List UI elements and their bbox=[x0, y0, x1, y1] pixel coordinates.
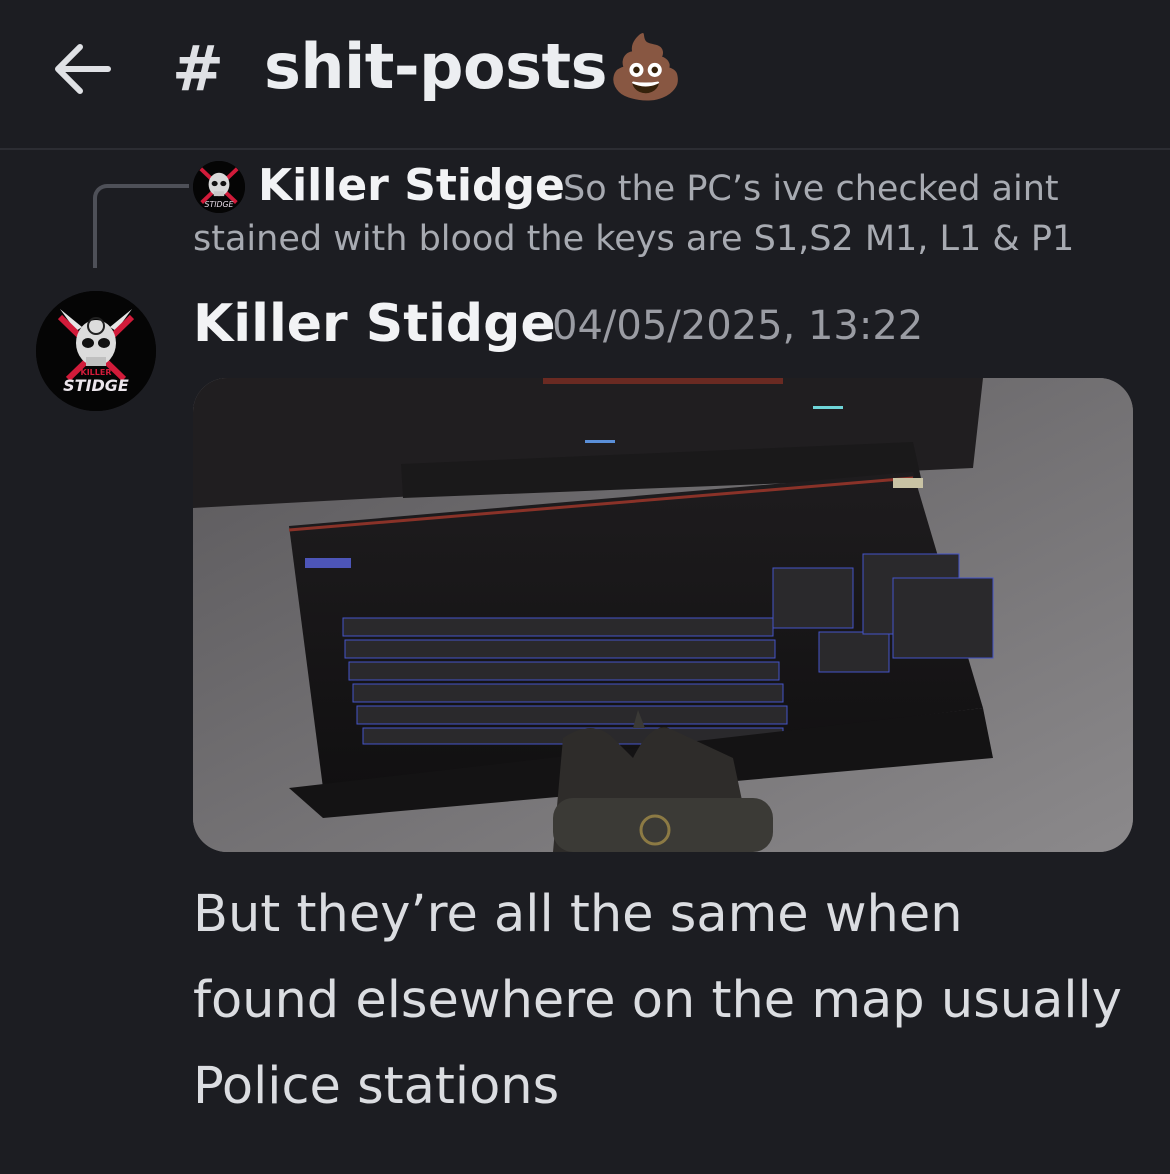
reply-connector bbox=[93, 184, 189, 268]
back-button[interactable] bbox=[50, 36, 116, 102]
message-body: But they’re all the same when found else… bbox=[193, 885, 1122, 1116]
channel-hash-icon: # bbox=[172, 32, 224, 105]
skull-logo-icon: KILLER STIDGE bbox=[36, 291, 156, 411]
channel-header: # shit-posts💩 bbox=[0, 0, 1170, 126]
message-timestamp: 04/05/2025, 13:22 bbox=[552, 303, 924, 349]
reply-preview-text[interactable]: So the PC’s ive checked aint stained wit… bbox=[193, 164, 1093, 264]
channel-title: shit-posts💩 bbox=[264, 30, 684, 103]
avatar-logo-line2: STIDGE bbox=[63, 376, 129, 395]
keyboard-photo bbox=[193, 378, 1133, 852]
arrow-left-icon bbox=[55, 44, 111, 94]
message-author-name[interactable]: Killer Stidge bbox=[193, 292, 556, 356]
author-avatar[interactable]: KILLER STIDGE bbox=[36, 291, 156, 411]
image-attachment[interactable] bbox=[193, 378, 1133, 852]
header-divider bbox=[0, 148, 1170, 150]
